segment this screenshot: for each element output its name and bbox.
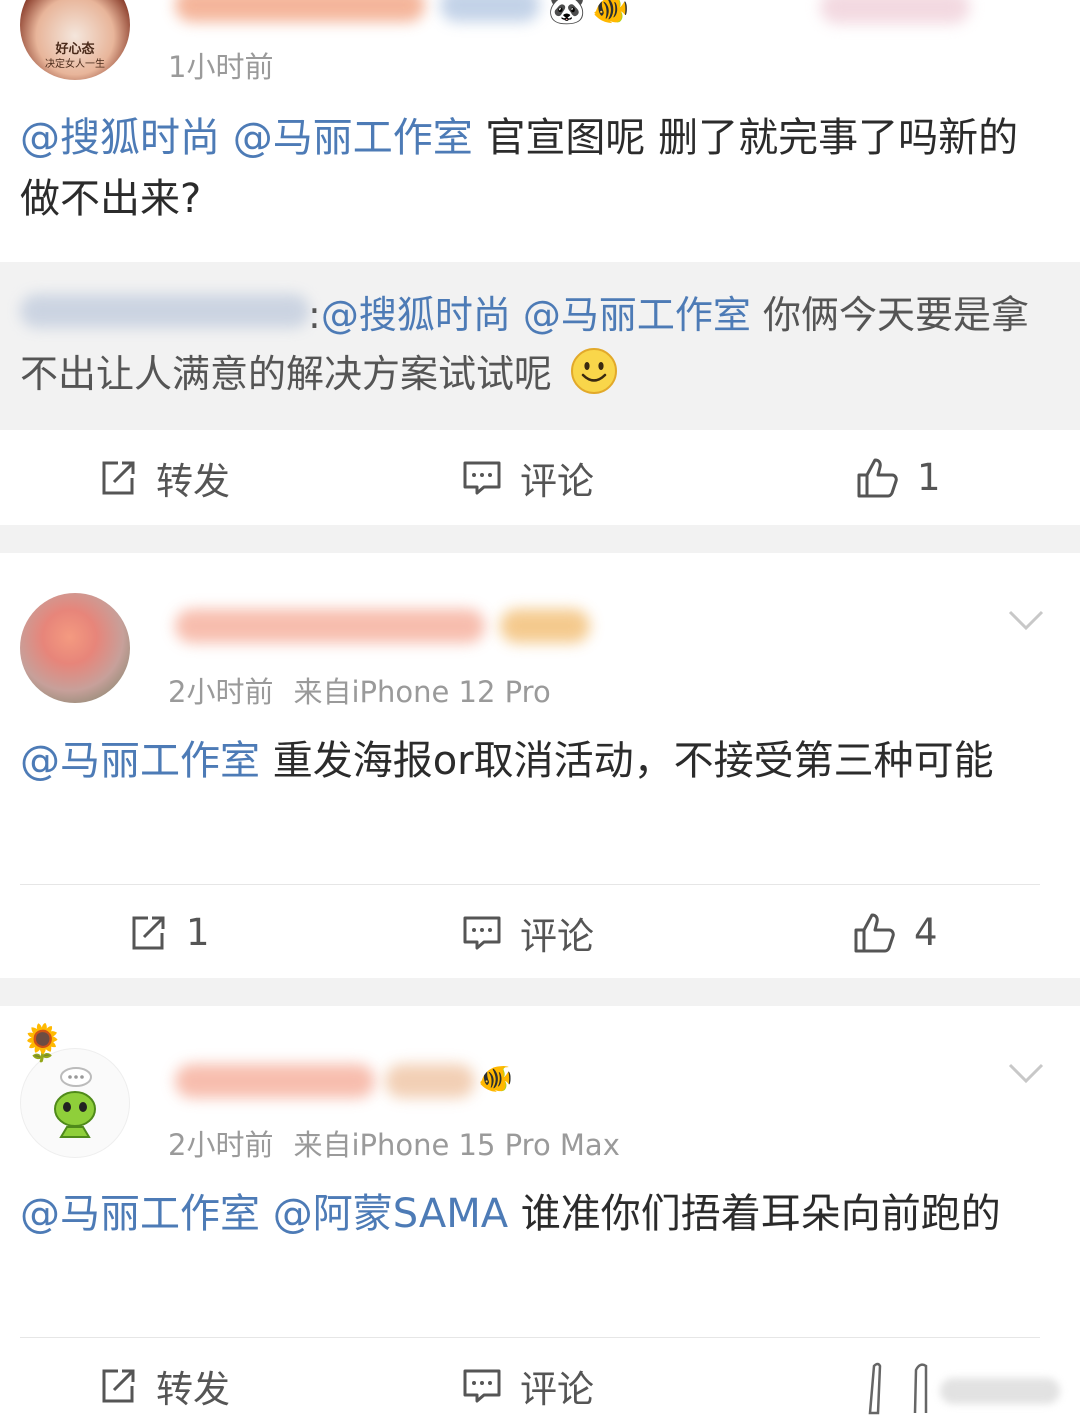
like-count: 1 [917,456,941,499]
repost-icon [102,1369,135,1402]
repost-icon [132,916,165,949]
smile-emoji [571,348,618,394]
comment-label: 评论 [520,914,594,958]
text-segment [220,115,233,161]
post-source: 来自iPhone 12 Pro [293,675,551,709]
username[interactable] [175,1064,375,1098]
avatar-text: 决定女人一生 [45,59,105,70]
comment-button[interactable]: 评论 [462,885,594,978]
avatar[interactable]: 好心态 决定女人一生 [20,0,130,80]
mention-link[interactable]: @马丽工作室 [20,1191,260,1237]
post-time: 2小时前 [168,1128,274,1162]
text-segment [260,1191,273,1237]
text-segment: 重发海报or取消活动，不接受第三种可能 [260,738,994,784]
repost-label: 转发 [156,459,230,503]
mention-link[interactable]: @马丽工作室 [523,293,751,337]
repost-button[interactable]: 转发 [98,430,230,525]
user-badges [500,609,590,643]
comment-icon [463,1369,501,1402]
mention-link[interactable]: @马丽工作室 [20,738,260,784]
comment-label: 评论 [520,1367,594,1411]
thumbs-up-icon [854,913,895,952]
quoted-text: :@搜狐时尚 @马丽工作室 你俩今天要是拿不出让人满意的解决方案试试呢 [20,286,1050,404]
repost-label: 转发 [156,1367,230,1411]
comment-label: 评论 [520,459,594,503]
avatar[interactable] [20,1048,130,1158]
action-bar: 转发 评论 1 [0,430,1080,525]
repost-button[interactable]: 1 [128,885,210,978]
post-text: @搜狐时尚 @马丽工作室 官宣图呢 删了就完事了吗新的做不出来? [20,108,1044,230]
thumbs-up-icon [857,458,898,497]
action-bar: 1 评论 4 [0,885,1080,978]
post-card: 🌻 🐠 2小时前 来自iPhone 15 Pro Max @马丽工作室 @阿蒙SA… [0,1006,1080,1420]
post-text: @马丽工作室 重发海报or取消活动，不接受第三种可能 [20,731,1044,792]
repost-button[interactable]: 转发 [98,1338,230,1420]
post-meta: 2小时前 来自iPhone 15 Pro Max [168,1122,620,1164]
username[interactable] [175,0,425,22]
avatar[interactable] [20,593,130,703]
post-source: 来自iPhone 15 Pro Max [293,1128,620,1162]
post-card: 2小时前 来自iPhone 12 Pro @马丽工作室 重发海报or取消活动，不接… [0,553,1080,978]
post-text: @马丽工作室 @阿蒙SAMA 谁准你们捂着耳朵向前跑的 [20,1184,1044,1245]
repost-icon [102,461,135,494]
text-segment: : [308,293,321,337]
mention-link[interactable]: @搜狐时尚 [20,115,220,161]
text-segment [511,293,523,337]
mention-link[interactable]: @马丽工作室 [233,115,473,161]
comment-icon [463,916,501,949]
mention-link[interactable]: @搜狐时尚 [321,293,511,337]
green-character-icon [54,1067,96,1138]
post-time: 1小时前 [168,50,274,84]
comment-button[interactable]: 评论 [462,430,594,525]
mention-link[interactable]: @阿蒙SAMA [273,1191,508,1237]
post-meta: 2小时前 来自iPhone 12 Pro [168,669,551,711]
panda-icon: 🐼 [548,0,586,27]
like-button[interactable]: 1 [855,430,941,525]
avatar-text: 好心态 [55,42,95,57]
like-count: 4 [914,911,938,954]
sunflower-icon: 🌻 [20,1023,65,1064]
watermark-logo [860,1358,1070,1418]
comment-button[interactable]: 评论 [462,1338,594,1420]
decoration-sticker [820,0,970,24]
post-card: 好心态 决定女人一生 🐼 🐠 1小时前 @搜狐时尚 @马丽工作室 官宣图呢 删了… [0,0,1080,525]
fish-icon: 🐠 [478,1062,513,1095]
username[interactable] [175,609,485,643]
fish-icon: 🐠 [592,0,630,27]
comment-icon [463,461,501,494]
text-segment: 谁准你们捂着耳朵向前跑的 [508,1191,1001,1237]
chevron-down-icon[interactable] [1008,609,1044,631]
chevron-down-icon[interactable] [1008,1062,1044,1084]
like-button[interactable]: 4 [852,885,938,978]
quoted-post[interactable]: :@搜狐时尚 @马丽工作室 你俩今天要是拿不出让人满意的解决方案试试呢 [0,262,1080,430]
action-bar: 转发 评论 [0,1338,1080,1420]
post-time: 2小时前 [168,675,274,709]
repost-count: 1 [186,911,210,954]
user-badges [440,0,540,22]
user-badges [385,1064,475,1098]
